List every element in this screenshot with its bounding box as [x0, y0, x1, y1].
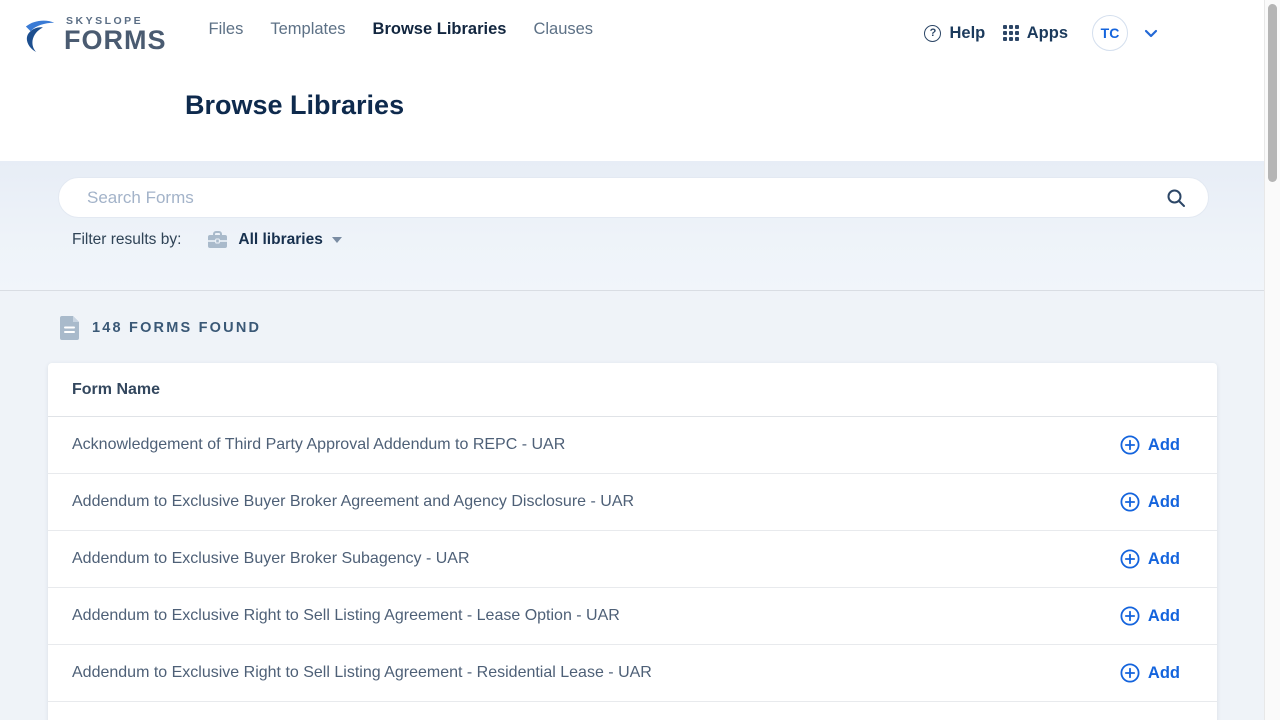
help-question-icon: ?: [924, 25, 941, 42]
main-nav: Files Templates Browse Libraries Clauses: [209, 20, 594, 39]
table-row: Addendum to Exclusive Buyer Broker Subag…: [48, 531, 1217, 588]
nav-item-browse-libraries[interactable]: Browse Libraries: [373, 20, 507, 39]
filter-label: Filter results by:: [72, 231, 181, 249]
plus-circle-icon: [1120, 663, 1140, 683]
table-header-row: Form Name: [48, 363, 1217, 417]
add-button-label: Add: [1148, 493, 1180, 512]
brand-name-bottom: FORMS: [64, 27, 167, 53]
add-button[interactable]: Add: [1120, 663, 1180, 683]
document-icon: [60, 316, 79, 340]
library-filter-dropdown[interactable]: All libraries: [238, 231, 341, 249]
add-button[interactable]: Add: [1120, 435, 1180, 455]
library-filter-value: All libraries: [238, 231, 322, 249]
results-count-label: 148 FORMS FOUND: [92, 320, 261, 336]
plus-circle-icon: [1120, 492, 1140, 512]
caret-down-icon: [332, 237, 342, 243]
add-button-label: Add: [1148, 436, 1180, 455]
plus-circle-icon: [1120, 606, 1140, 626]
forms-table-card: Form Name Acknowledgement of Third Party…: [48, 363, 1217, 720]
avatar[interactable]: TC: [1092, 15, 1128, 51]
search-icon: [1166, 188, 1186, 208]
skyslope-forms-logo[interactable]: SKYSLOPE FORMS: [22, 15, 167, 53]
filter-row: Filter results by: All libraries: [72, 230, 342, 250]
add-button[interactable]: Add: [1120, 549, 1180, 569]
brand-wordmark: SKYSLOPE FORMS: [64, 15, 167, 53]
results-section: 148 FORMS FOUND Form Name Acknowledgemen…: [0, 292, 1264, 720]
top-navigation-bar: SKYSLOPE FORMS Files Templates Browse Li…: [0, 0, 1264, 68]
skyslope-logo-icon: [22, 19, 60, 53]
help-label: Help: [949, 24, 985, 43]
form-rows: Acknowledgement of Third Party Approval …: [48, 417, 1217, 702]
table-row: Acknowledgement of Third Party Approval …: [48, 417, 1217, 474]
topbar-right: ? Help Apps TC: [924, 15, 1158, 51]
form-name: Addendum to Exclusive Buyer Broker Agree…: [72, 493, 634, 511]
nav-item-templates[interactable]: Templates: [270, 20, 345, 39]
help-button[interactable]: ? Help: [924, 24, 985, 43]
apps-grid-icon: [1003, 25, 1019, 41]
table-row: Addendum to Exclusive Buyer Broker Agree…: [48, 474, 1217, 531]
briefcase-icon: [207, 230, 228, 250]
form-name-column-header: Form Name: [72, 381, 160, 399]
user-menu[interactable]: TC: [1092, 15, 1158, 51]
search-section: Filter results by: All libraries: [0, 161, 1264, 291]
form-name: Acknowledgement of Third Party Approval …: [72, 436, 565, 454]
search-button[interactable]: [1160, 188, 1208, 208]
form-name: Addendum to Exclusive Buyer Broker Subag…: [72, 550, 470, 568]
page-scrollbar-thumb[interactable]: [1268, 4, 1277, 182]
add-button-label: Add: [1148, 607, 1180, 626]
table-row-partial: [48, 702, 1217, 717]
search-input[interactable]: [59, 178, 1160, 217]
form-name: Addendum to Exclusive Right to Sell List…: [72, 664, 652, 682]
nav-item-clauses[interactable]: Clauses: [533, 20, 593, 39]
search-bar: [58, 177, 1209, 218]
form-name: Addendum to Exclusive Right to Sell List…: [72, 607, 620, 625]
plus-circle-icon: [1120, 549, 1140, 569]
nav-item-files[interactable]: Files: [209, 20, 244, 39]
app-header: SKYSLOPE FORMS Files Templates Browse Li…: [0, 0, 1264, 161]
plus-circle-icon: [1120, 435, 1140, 455]
add-button-label: Add: [1148, 550, 1180, 569]
apps-label: Apps: [1027, 24, 1068, 43]
table-row: Addendum to Exclusive Right to Sell List…: [48, 588, 1217, 645]
add-button-label: Add: [1148, 664, 1180, 683]
page-title: Browse Libraries: [185, 90, 404, 121]
add-button[interactable]: Add: [1120, 606, 1180, 626]
add-button[interactable]: Add: [1120, 492, 1180, 512]
chevron-down-icon[interactable]: [1144, 29, 1158, 38]
results-count-row: 148 FORMS FOUND: [60, 316, 261, 340]
apps-button[interactable]: Apps: [1003, 24, 1068, 43]
page-scrollbar-track[interactable]: [1264, 0, 1280, 720]
table-row: Addendum to Exclusive Right to Sell List…: [48, 645, 1217, 702]
